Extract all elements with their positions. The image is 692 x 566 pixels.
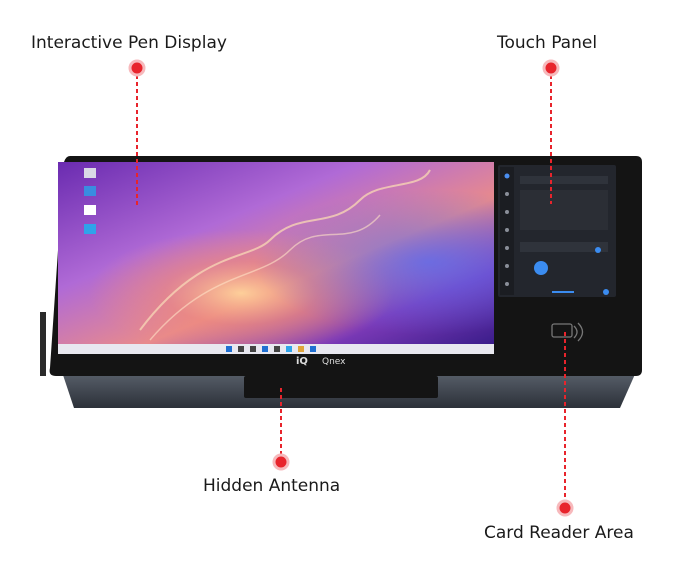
left-side-port	[40, 312, 46, 376]
antenna-slot	[244, 376, 438, 398]
product-diagram: iQ Qnex	[40, 59, 643, 517]
card-reader-label: Card Reader Area	[484, 523, 634, 543]
antenna-dot	[272, 453, 290, 471]
touch-panel	[498, 165, 616, 297]
pen-display-dot	[128, 59, 146, 77]
touch-panel-label: Touch Panel	[497, 33, 598, 53]
touch-panel-dot	[542, 59, 560, 77]
brand-logo-iq: iQ	[296, 356, 308, 367]
pen-display-label: Interactive Pen Display	[31, 33, 227, 53]
brand-logo-qnex: Qnex	[322, 357, 346, 367]
hidden-antenna-label: Hidden Antenna	[203, 476, 341, 496]
card-reader-dot	[556, 499, 574, 517]
pen-display-screen	[58, 162, 494, 344]
